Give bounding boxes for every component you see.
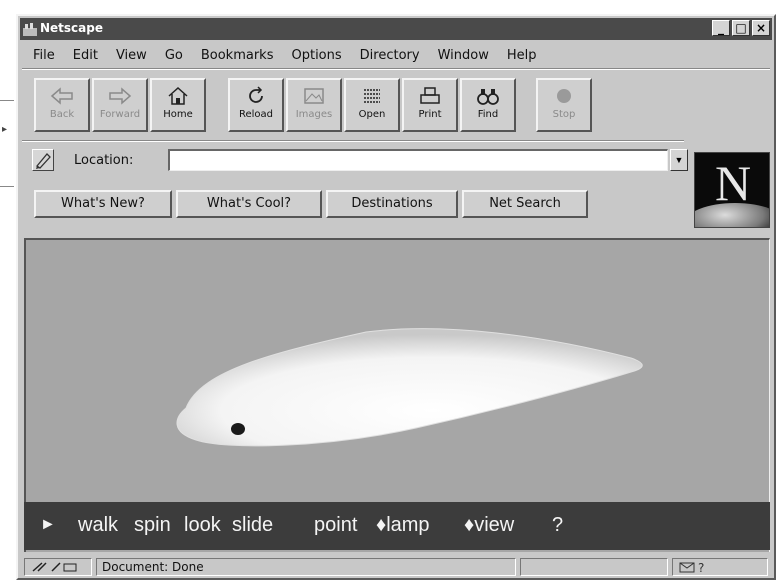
net-search-button[interactable]: Net Search [462,190,588,218]
whats-cool-button[interactable]: What's Cool? [176,190,322,218]
location-input[interactable] [168,149,668,171]
print-label: Print [418,109,442,120]
menu-go[interactable]: Go [156,48,192,63]
background-divider [0,100,14,101]
menu-options[interactable]: Options [282,48,350,63]
toolbar-separator [22,140,684,142]
title-bar[interactable]: Netscape _ □ × [20,18,772,40]
stop-icon [557,89,571,103]
menu-help[interactable]: Help [498,48,546,63]
home-label: Home [163,109,193,120]
open-icon [364,89,380,103]
find-button[interactable]: Find [460,78,516,132]
home-button[interactable]: Home [150,78,206,132]
status-text: Document: Done [96,558,516,576]
location-dropdown-button[interactable]: ▼ [670,149,688,171]
status-bar: Document: Done ? [22,556,772,578]
background-divider [0,186,14,187]
window-title: Netscape [40,21,103,35]
vrml-navigation-bar: ► walk spin look slide point ♦lamp ♦view… [24,502,770,550]
netscape-app-icon [23,23,37,36]
security-key-icon[interactable] [24,558,92,576]
images-button[interactable]: Images [286,78,342,132]
vrml-walk-button[interactable]: walk [78,514,118,537]
menu-view[interactable]: View [107,48,156,63]
location-bar: Location: ▼ [28,148,708,174]
find-binoculars-icon [477,89,499,105]
back-arrow-icon [50,87,73,105]
directory-buttons: What's New? What's Cool? Destinations Ne… [34,190,654,220]
maximize-button[interactable]: □ [732,20,750,36]
back-button[interactable]: Back [34,78,90,132]
menu-bookmarks[interactable]: Bookmarks [192,48,283,63]
logo-letter: N [714,155,752,211]
destinations-button[interactable]: Destinations [326,190,458,218]
images-icon [304,88,324,104]
menu-directory[interactable]: Directory [351,48,429,63]
forward-label: Forward [99,109,141,120]
background-window-edge: ▸ [0,0,14,582]
vrml-play-button[interactable]: ► [40,516,56,534]
images-label: Images [295,109,333,120]
progress-field [520,558,668,576]
minimize-button[interactable]: _ [712,20,730,36]
netscape-logo[interactable]: N [694,152,770,228]
open-label: Open [358,109,386,120]
bookmark-quickfile-icon[interactable] [32,149,54,171]
menu-file[interactable]: File [24,48,64,63]
vrml-view-button[interactable]: ♦view [464,514,514,537]
find-label: Find [477,109,499,120]
forward-arrow-icon [109,87,132,105]
menu-separator [22,68,770,70]
vrml-help-button[interactable]: ? [552,514,563,537]
reload-icon [249,86,263,103]
navigation-toolbar: Back Forward Home Reload Images Open Pri… [28,74,758,138]
location-label: Location: [74,153,134,168]
back-label: Back [49,109,75,120]
menu-bar: File Edit View Go Bookmarks Options Dire… [24,44,770,66]
home-icon [168,86,188,105]
menu-edit[interactable]: Edit [64,48,107,63]
reload-label: Reload [238,109,274,120]
mail-status-icon[interactable]: ? [672,558,768,576]
vrml-look-button[interactable]: look [184,514,221,537]
close-button[interactable]: × [752,20,770,36]
browser-window: Netscape _ □ × File Edit View Go Bookmar… [16,14,776,580]
reload-button[interactable]: Reload [228,78,284,132]
vrml-lamp-button[interactable]: ♦lamp [376,514,430,537]
fish-3d-model[interactable] [176,328,643,447]
vrml-point-button[interactable]: point [314,514,357,537]
print-button[interactable]: Print [402,78,458,132]
stop-button[interactable]: Stop [536,78,592,132]
forward-button[interactable]: Forward [92,78,148,132]
whats-new-button[interactable]: What's New? [34,190,172,218]
print-icon [420,87,440,104]
vrml-spin-button[interactable]: spin [134,514,171,537]
open-button[interactable]: Open [344,78,400,132]
svg-text:?: ? [698,561,704,574]
menu-window[interactable]: Window [429,48,498,63]
stop-label: Stop [552,109,576,120]
background-arrow-icon: ▸ [2,124,8,135]
vrml-slide-button[interactable]: slide [232,514,273,537]
fish-eye [231,423,245,435]
